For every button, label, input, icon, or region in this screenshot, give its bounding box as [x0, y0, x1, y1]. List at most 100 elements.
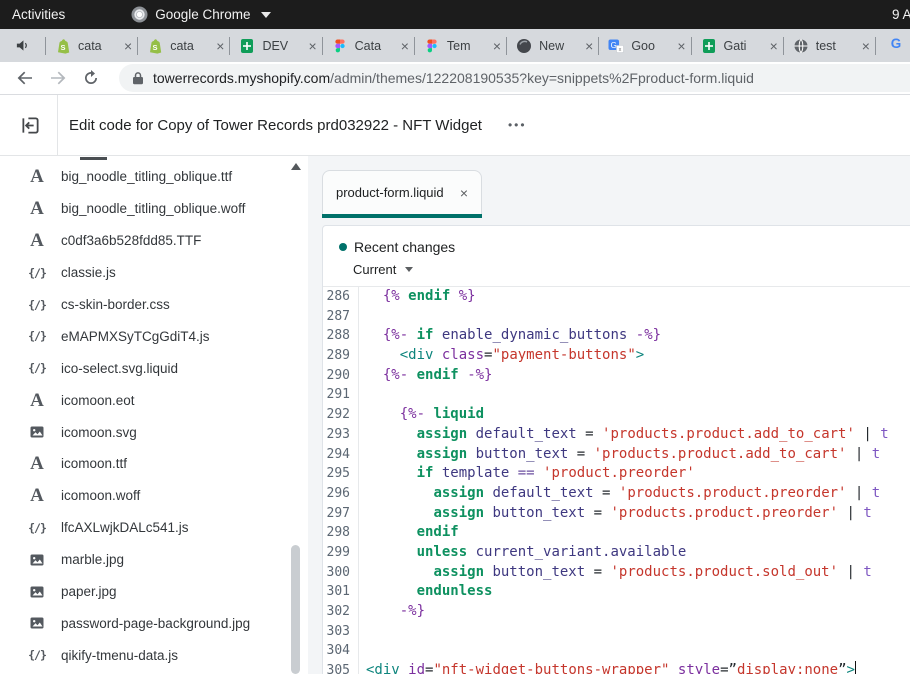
- url-domain: towerrecords.myshopify.com: [153, 70, 330, 86]
- file-item[interactable]: {/}eMAPMXSyTCgGdiT4.js: [0, 320, 288, 352]
- file-item[interactable]: Ac0df3a6b528fdd85.TTF: [0, 225, 288, 257]
- chrome-logo-icon: [131, 6, 148, 23]
- code-line[interactable]: 293 assign default_text = 'products.prod…: [323, 425, 910, 445]
- code-line[interactable]: 291: [323, 385, 910, 405]
- file-name: icomoon.woff: [61, 488, 140, 503]
- version-dropdown[interactable]: Current: [339, 262, 910, 277]
- forward-arrow-icon: [49, 69, 67, 87]
- browser-tab[interactable]: Gati×: [692, 29, 783, 62]
- code-line-text: {%- if enable_dynamic_buttons -%}: [359, 326, 661, 346]
- code-line-text: <div id="nft-widget-buttons-wrapper" sty…: [359, 661, 856, 674]
- editor-file-tab[interactable]: product-form.liquid ×: [322, 170, 482, 214]
- lock-icon: [132, 71, 144, 85]
- line-number: 299: [323, 543, 359, 563]
- editor-tab-close-icon[interactable]: ×: [460, 185, 468, 201]
- browser-tab[interactable]: GxGoo×: [599, 29, 690, 62]
- code-line-text: -%}: [359, 602, 425, 622]
- code-line[interactable]: 295 if template == 'product.preorder': [323, 464, 910, 484]
- code-file-icon: {/}: [26, 329, 48, 343]
- code-line[interactable]: 297 assign button_text = 'products.produ…: [323, 504, 910, 524]
- tab-close-icon[interactable]: ×: [493, 38, 501, 54]
- clock[interactable]: 9 A: [892, 0, 910, 29]
- more-actions-icon[interactable]: •••: [508, 118, 527, 132]
- code-editor[interactable]: 286 {% endif %}287288 {%- if enable_dyna…: [323, 286, 910, 674]
- tab-close-icon[interactable]: ×: [677, 38, 685, 54]
- tab-close-icon[interactable]: ×: [770, 38, 778, 54]
- reload-button[interactable]: [80, 67, 102, 89]
- code-line[interactable]: 303: [323, 622, 910, 642]
- app-menu-label: Google Chrome: [155, 7, 250, 22]
- code-file-icon: {/}: [26, 298, 48, 312]
- forward-button[interactable]: [47, 67, 69, 89]
- browser-tab[interactable]: New×: [507, 29, 598, 62]
- code-line[interactable]: 298 endif: [323, 523, 910, 543]
- browser-tab[interactable]: Tem×: [415, 29, 506, 62]
- exit-code-editor-button[interactable]: [18, 113, 42, 137]
- code-line[interactable]: 289 <div class="payment-buttons">: [323, 346, 910, 366]
- tab-close-icon[interactable]: ×: [124, 38, 132, 54]
- file-name: big_noodle_titling_oblique.woff: [61, 201, 245, 216]
- file-item[interactable]: Aicomoon.ttf: [0, 448, 288, 480]
- file-item[interactable]: Abig_noodle_titling_oblique.woff: [0, 193, 288, 225]
- file-name: c0df3a6b528fdd85.TTF: [61, 233, 201, 248]
- code-line[interactable]: 299 unless current_variant.available: [323, 543, 910, 563]
- scrollbar-thumb[interactable]: [291, 545, 300, 674]
- tab-close-icon[interactable]: ×: [308, 38, 316, 54]
- file-item[interactable]: {/}lfcAXLwjkDALc541.js: [0, 512, 288, 544]
- file-item[interactable]: marble.jpg: [0, 544, 288, 576]
- file-item[interactable]: Abig_noodle_titling_oblique.ttf: [0, 161, 288, 193]
- browser-tab[interactable]: Scata×: [46, 29, 137, 62]
- tab-close-icon[interactable]: ×: [216, 38, 224, 54]
- file-item[interactable]: paper.jpg: [0, 576, 288, 608]
- code-line[interactable]: 300 assign button_text = 'products.produ…: [323, 563, 910, 583]
- browser-tab[interactable]: test×: [784, 29, 875, 62]
- code-line[interactable]: 287: [323, 307, 910, 327]
- browser-tab-label: Goo: [631, 39, 674, 53]
- app-menu[interactable]: Google Chrome: [131, 6, 270, 23]
- url-bar[interactable]: towerrecords.myshopify.com/admin/themes/…: [119, 64, 910, 92]
- recent-changes-header: Recent changes Current: [323, 226, 910, 277]
- code-line[interactable]: 290 {%- endif -%}: [323, 366, 910, 386]
- scrollbar-up-arrow-icon[interactable]: [291, 163, 301, 170]
- google-favicon-icon: G: [888, 38, 904, 55]
- activities-button[interactable]: Activities: [12, 7, 65, 22]
- file-item[interactable]: {/}ico-select.svg.liquid: [0, 352, 288, 384]
- line-number: 300: [323, 563, 359, 583]
- file-item[interactable]: {/}cs-skin-border.css: [0, 289, 288, 321]
- image-file-icon: [26, 552, 48, 568]
- code-line[interactable]: 302 -%}: [323, 602, 910, 622]
- browser-tab[interactable]: Scata×: [138, 29, 229, 62]
- back-button[interactable]: [14, 67, 36, 89]
- file-item[interactable]: {/}qikify-tmenu-data.js: [0, 639, 288, 671]
- file-item[interactable]: Aicomoon.eot: [0, 384, 288, 416]
- line-number: 286: [323, 287, 359, 307]
- line-number: 287: [323, 307, 359, 327]
- file-item[interactable]: Aicomoon.woff: [0, 480, 288, 512]
- code-line[interactable]: 288 {%- if enable_dynamic_buttons -%}: [323, 326, 910, 346]
- speaker-icon: [15, 38, 30, 53]
- code-line[interactable]: 305<div id="nft-widget-buttons-wrapper" …: [323, 661, 910, 674]
- browser-tab[interactable]: DEV×: [230, 29, 321, 62]
- browser-tab[interactable]: Cata×: [323, 29, 414, 62]
- content: Abig_noodle_titling_oblique.ttfAbig_nood…: [0, 156, 910, 674]
- tab-close-icon[interactable]: ×: [862, 38, 870, 54]
- file-item[interactable]: icomoon.svg: [0, 416, 288, 448]
- file-item[interactable]: {/}classie.js: [0, 257, 288, 289]
- text-cursor: [855, 661, 857, 674]
- code-line[interactable]: 304: [323, 641, 910, 661]
- shopify-favicon-icon: S: [147, 38, 163, 54]
- tab-close-icon[interactable]: ×: [401, 38, 409, 54]
- sidebar-scrollbar[interactable]: [289, 156, 302, 674]
- code-line[interactable]: 296 assign default_text = 'products.prod…: [323, 484, 910, 504]
- file-item[interactable]: password-page-background.jpg: [0, 607, 288, 639]
- code-line[interactable]: 286 {% endif %}: [323, 287, 910, 307]
- browser-tab-partial[interactable]: G: [876, 29, 910, 62]
- code-line[interactable]: 294 assign button_text = 'products.produ…: [323, 445, 910, 465]
- tab-close-icon[interactable]: ×: [585, 38, 593, 54]
- partial-file-item: [80, 157, 107, 160]
- tab-audio-indicator[interactable]: [0, 38, 45, 53]
- browser-tab-label: Cata: [355, 39, 398, 53]
- code-line[interactable]: 292 {%- liquid: [323, 405, 910, 425]
- line-number: 292: [323, 405, 359, 425]
- code-line[interactable]: 301 endunless: [323, 582, 910, 602]
